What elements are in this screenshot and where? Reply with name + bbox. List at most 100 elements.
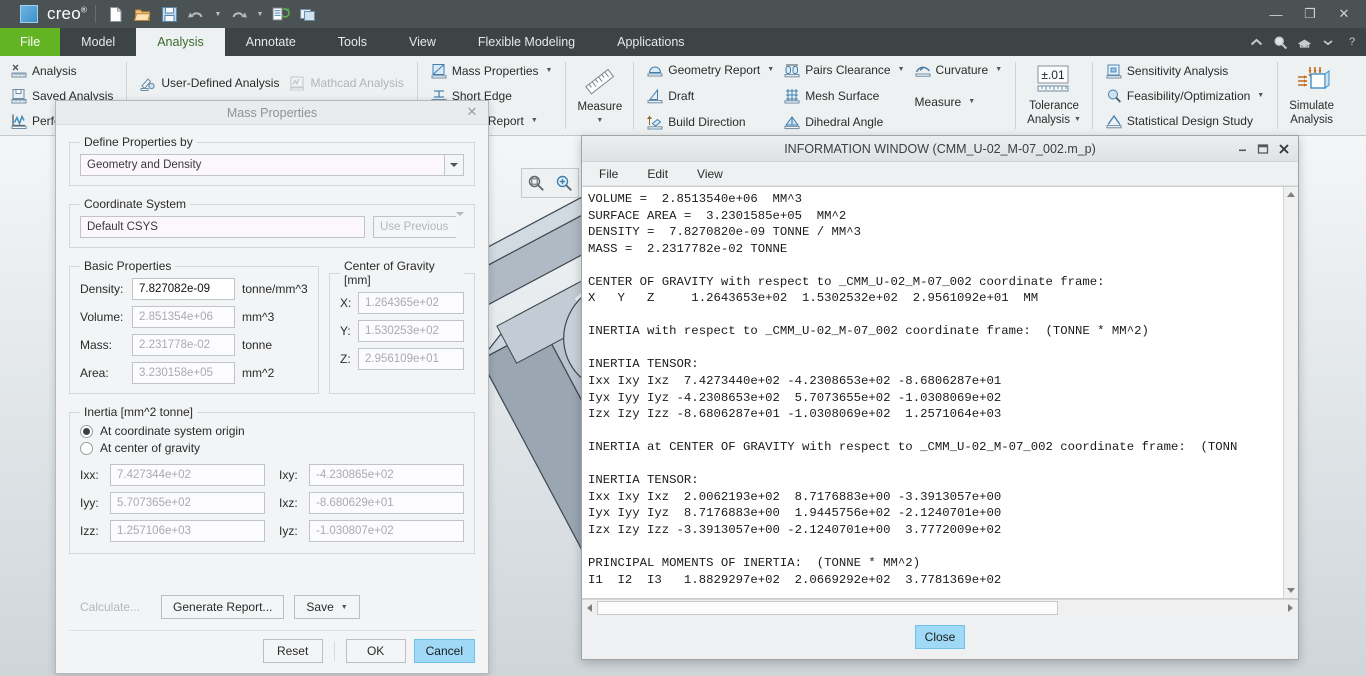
redo-arrow-icon[interactable] bbox=[227, 3, 251, 25]
tab-view[interactable]: View bbox=[388, 28, 457, 56]
ribbon-item-pairs-clearance[interactable]: Pairs Clearance ▼ bbox=[779, 57, 909, 83]
chevron-down-icon[interactable]: ▼ bbox=[995, 66, 1002, 73]
calculate-button[interactable]: Calculate... bbox=[69, 595, 151, 619]
menu-view[interactable]: View bbox=[694, 165, 726, 183]
use-previous-chevron-down-icon[interactable] bbox=[456, 212, 464, 238]
vertical-scrollbar[interactable] bbox=[1283, 187, 1298, 598]
tab-applications[interactable]: Applications bbox=[596, 28, 705, 56]
tab-annotate[interactable]: Annotate bbox=[225, 28, 317, 56]
ribbon-item-geometry-report[interactable]: Geometry Report ▼ bbox=[642, 57, 779, 83]
define-properties-by-value[interactable]: Geometry and Density bbox=[80, 154, 444, 176]
ribbon-item-dihedral-angle[interactable]: Dihedral Angle bbox=[779, 109, 909, 135]
chevron-down-icon[interactable]: ▼ bbox=[968, 98, 975, 105]
reset-button[interactable]: Reset bbox=[262, 639, 323, 663]
ribbon-button-measure[interactable]: Measure ▼ bbox=[568, 56, 631, 135]
close-button-footer[interactable]: Close bbox=[915, 625, 965, 649]
zoom-in-icon[interactable] bbox=[550, 169, 578, 197]
close-button[interactable]: ✕ bbox=[1328, 2, 1360, 26]
cog-x-input[interactable]: 1.264365e+02 bbox=[358, 292, 464, 314]
maximize-button[interactable] bbox=[1253, 139, 1273, 159]
menu-file[interactable]: File bbox=[596, 165, 621, 183]
chevron-down-icon[interactable]: ▼ bbox=[1074, 113, 1081, 127]
ribbon-item-sensitivity-analysis[interactable]: Sensitivity Analysis bbox=[1101, 58, 1269, 83]
scroll-left-arrow-icon[interactable] bbox=[582, 600, 597, 615]
account-icon[interactable] bbox=[1294, 32, 1314, 52]
ribbon-item-draft[interactable]: Draft bbox=[642, 83, 779, 109]
save-disk-icon[interactable] bbox=[158, 3, 182, 25]
chevron-down-icon[interactable]: ▼ bbox=[767, 66, 774, 73]
scroll-down-arrow-icon[interactable] bbox=[1283, 583, 1298, 598]
ribbon-item-build-direction[interactable]: Build Direction bbox=[642, 109, 779, 135]
information-window-title-bar[interactable]: INFORMATION WINDOW (CMM_U-02_M-07_002.m_… bbox=[582, 136, 1298, 162]
ok-button[interactable]: OK bbox=[345, 639, 406, 663]
close-icon[interactable]: ✕ bbox=[464, 104, 480, 120]
close-button[interactable] bbox=[1274, 139, 1294, 159]
open-folder-icon[interactable] bbox=[131, 3, 155, 25]
iyz-input[interactable]: -1.030807e+02 bbox=[309, 520, 464, 542]
ribbon-item-mass-properties[interactable]: Mass Properties ▼ bbox=[426, 58, 558, 83]
cog-z-input[interactable]: 2.956109e+01 bbox=[358, 348, 464, 370]
windows-icon[interactable] bbox=[296, 3, 320, 25]
ixy-input[interactable]: -4.230865e+02 bbox=[309, 464, 464, 486]
account-caret-chevron-down-icon[interactable] bbox=[1318, 32, 1338, 52]
ribbon-button-tolerance-analysis[interactable]: ±.01 Tolerance Analysis ▼ bbox=[1018, 56, 1090, 135]
undo-options-chevron-down-icon[interactable]: ▼ bbox=[212, 11, 224, 18]
tab-model[interactable]: Model bbox=[60, 28, 136, 56]
ribbon-item-analysis[interactable]: Analysis bbox=[6, 58, 118, 83]
ixz-input[interactable]: -8.680629e+01 bbox=[309, 492, 464, 514]
horizontal-scroll-thumb[interactable] bbox=[597, 600, 1058, 615]
ixx-input[interactable]: 7.427344e+02 bbox=[110, 464, 265, 486]
tab-analysis[interactable]: Analysis bbox=[136, 28, 225, 56]
scroll-right-arrow-icon[interactable] bbox=[1283, 600, 1298, 615]
radio-at-coordinate-system-origin[interactable]: At coordinate system origin bbox=[80, 424, 464, 438]
mass-properties-title-bar[interactable]: Mass Properties ✕ bbox=[56, 101, 488, 125]
density-input[interactable]: 7.827082e-09 bbox=[132, 278, 235, 300]
zoom-box-icon[interactable] bbox=[522, 169, 550, 197]
chevron-down-icon[interactable]: ▼ bbox=[531, 117, 538, 124]
tab-file[interactable]: File bbox=[0, 28, 61, 56]
tab-flexible-modeling[interactable]: Flexible Modeling bbox=[457, 28, 596, 56]
ribbon-item-feasibility-optimization[interactable]: Feasibility/Optimization ▼ bbox=[1101, 83, 1269, 108]
horizontal-scrollbar[interactable] bbox=[582, 599, 1298, 615]
report-text[interactable]: VOLUME = 2.8513540e+06 MM^3 SURFACE AREA… bbox=[582, 187, 1283, 598]
izz-input[interactable]: 1.257106e+03 bbox=[110, 520, 265, 542]
volume-input[interactable]: 2.851354e+06 bbox=[132, 306, 235, 328]
ribbon-item-statistical-design-study[interactable]: Statistical Design Study bbox=[1101, 108, 1269, 133]
generate-report-button[interactable]: Generate Report... bbox=[161, 595, 285, 619]
undo-arrow-icon[interactable] bbox=[185, 3, 209, 25]
cancel-button[interactable]: Cancel bbox=[413, 639, 475, 663]
help-icon[interactable]: ? bbox=[1342, 32, 1362, 52]
chevron-down-icon[interactable] bbox=[444, 154, 464, 176]
tab-tools[interactable]: Tools bbox=[317, 28, 388, 56]
ribbon-item-measure-secondary[interactable]: Measure ▼ bbox=[910, 89, 1008, 115]
chevron-down-icon[interactable]: ▼ bbox=[341, 604, 348, 611]
cog-y-input[interactable]: 1.530253e+02 bbox=[358, 320, 464, 342]
mass-input[interactable]: 2.231778e-02 bbox=[132, 334, 235, 356]
define-properties-by-combo[interactable]: Geometry and Density bbox=[80, 154, 464, 176]
chevron-down-icon[interactable]: ▼ bbox=[546, 67, 553, 74]
search-icon[interactable] bbox=[1270, 32, 1290, 52]
ribbon-item-mesh-surface[interactable]: Mesh Surface bbox=[779, 83, 909, 109]
ribbon-item-curvature[interactable]: Curvature ▼ bbox=[910, 57, 1008, 83]
scroll-up-arrow-icon[interactable] bbox=[1283, 187, 1298, 202]
use-previous-button[interactable]: Use Previous bbox=[373, 216, 456, 238]
restore-button[interactable]: ❐ bbox=[1294, 2, 1326, 26]
minimize-button[interactable]: — bbox=[1260, 2, 1292, 26]
minimize-button[interactable] bbox=[1232, 139, 1252, 159]
ribbon-item-mathcad-analysis[interactable]: Mathcad Analysis bbox=[284, 70, 408, 96]
save-button[interactable]: Save ▼ bbox=[294, 595, 360, 619]
iyy-input[interactable]: 5.707365e+02 bbox=[110, 492, 265, 514]
chevron-down-icon[interactable]: ▼ bbox=[1257, 92, 1264, 99]
regenerate-icon[interactable] bbox=[269, 3, 293, 25]
ribbon-button-simulate-analysis[interactable]: Simulate Analysis bbox=[1280, 56, 1343, 135]
menu-edit[interactable]: Edit bbox=[644, 165, 671, 183]
coordinate-system-input[interactable]: Default CSYS bbox=[80, 216, 365, 238]
chevron-down-icon[interactable]: ▼ bbox=[596, 114, 603, 128]
ribbon-item-user-defined-analysis[interactable]: User-Defined Analysis bbox=[135, 70, 284, 96]
chevron-down-icon[interactable]: ▼ bbox=[898, 66, 905, 73]
redo-options-chevron-down-icon[interactable]: ▼ bbox=[254, 11, 266, 18]
new-document-icon[interactable] bbox=[104, 3, 128, 25]
collapse-ribbon-icon[interactable] bbox=[1246, 32, 1266, 52]
area-input[interactable]: 3.230158e+05 bbox=[132, 362, 235, 384]
radio-at-center-of-gravity[interactable]: At center of gravity bbox=[80, 441, 464, 455]
